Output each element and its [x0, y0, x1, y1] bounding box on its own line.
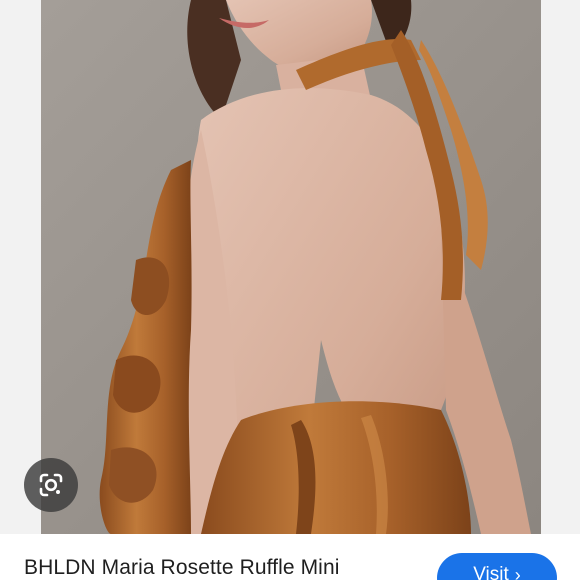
visit-button[interactable]: Visit ›	[437, 553, 557, 580]
chevron-right-icon: ›	[514, 565, 521, 580]
google-lens-icon	[39, 473, 63, 497]
product-photo-illustration	[41, 0, 541, 534]
result-info-bar: BHLDN Maria Rosette Ruffle Mini Visit ›	[0, 534, 580, 580]
image-result-screen: BHLDN Maria Rosette Ruffle Mini Visit ›	[0, 0, 580, 580]
product-photo[interactable]	[41, 0, 541, 534]
left-margin	[0, 0, 41, 534]
visit-button-label: Visit	[473, 564, 509, 580]
google-lens-button[interactable]	[24, 458, 78, 512]
product-title[interactable]: BHLDN Maria Rosette Ruffle Mini	[24, 556, 340, 580]
right-margin	[541, 0, 580, 534]
